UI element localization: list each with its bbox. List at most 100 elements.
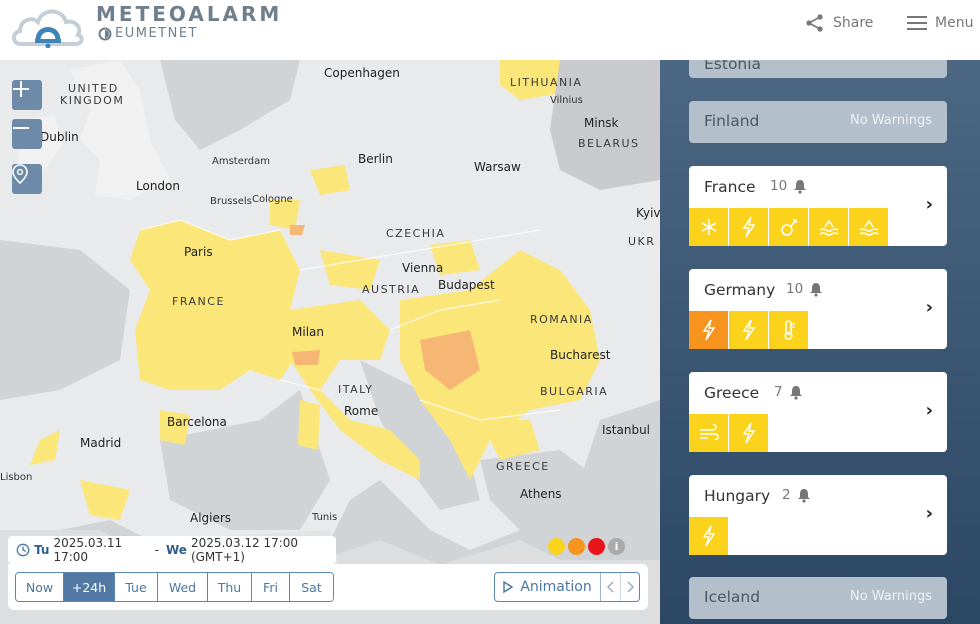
label-bucharest: Bucharest [550, 348, 611, 362]
label-london: London [136, 179, 180, 193]
country-list-panel[interactable]: Estonia Finland No Warnings France 10 › [660, 60, 980, 624]
country-card-hungary[interactable]: Hungary 2 › [689, 475, 947, 555]
label-brussels: Brussels [210, 196, 252, 207]
time-range-display: Tu 2025.03.11 17:00 - We 2025.03.12 17:0… [8, 536, 336, 564]
warning-count-value: 10 [786, 281, 804, 297]
high-temperature-icon [769, 311, 809, 349]
warning-count-value: 10 [770, 178, 788, 194]
menu-button[interactable]: Menu [907, 12, 973, 34]
label-cologne: Cologne [252, 194, 293, 205]
label-bulgaria: BULGARIA [540, 385, 609, 398]
share-icon [806, 14, 823, 32]
bell-icon [789, 385, 802, 400]
chevron-right-icon: › [925, 503, 933, 524]
country-name: Estonia [704, 60, 762, 73]
zoom-in-button[interactable] [12, 80, 42, 110]
label-belarus: BELARUS [578, 137, 640, 150]
day-tue-button[interactable]: Tue [115, 573, 158, 601]
menu-label: Menu [935, 15, 974, 31]
country-card-germany[interactable]: Germany 10 › [689, 269, 947, 349]
country-name: Greece [704, 384, 760, 402]
label-algiers: Algiers [190, 511, 232, 525]
day-thu-button[interactable]: Thu [208, 573, 252, 601]
day-plus24h-button[interactable]: +24h [64, 573, 115, 601]
zoom-out-button[interactable] [12, 119, 42, 149]
legend-yellow-dot [548, 538, 565, 555]
warning-count-value: 2 [782, 487, 791, 503]
country-card-france[interactable]: France 10 › [689, 166, 947, 246]
animation-prev-button[interactable] [601, 573, 620, 601]
label-minsk: Minsk [584, 116, 619, 130]
from-time: 2025.03.11 17:00 [53, 536, 123, 564]
thunderstorm-icon [729, 414, 769, 452]
thunderstorm-icon [689, 517, 729, 555]
locate-me-button[interactable] [12, 164, 42, 194]
label-dublin: Dublin [40, 130, 79, 144]
share-label: Share [833, 15, 874, 31]
day-wed-button[interactable]: Wed [158, 573, 208, 601]
avalanche-icon [769, 208, 809, 246]
country-name: Finland [704, 112, 760, 130]
legend-info-icon[interactable]: i [608, 538, 625, 555]
time-separator: - [154, 543, 159, 557]
legend-orange-dot [568, 538, 585, 555]
share-button[interactable]: Share [805, 12, 873, 34]
thunderstorm-icon [689, 311, 729, 349]
animation-button[interactable]: Animation [495, 573, 601, 601]
label-czechia: CZECHIA [386, 227, 446, 240]
label-lithuania: LITHUANIA [510, 76, 583, 89]
label-istanbul: Istanbul [602, 423, 651, 437]
country-name: Germany [704, 281, 776, 299]
wind-icon [689, 414, 729, 452]
country-card-finland[interactable]: Finland No Warnings [689, 101, 947, 143]
header: METEOALARM EUMETNET Share Menu [0, 0, 980, 60]
country-card-greece[interactable]: Greece 7 › [689, 372, 947, 452]
label-kyiv: Kyiv [636, 206, 660, 220]
play-icon [503, 581, 514, 593]
label-lisbon: Lisbon [0, 472, 33, 483]
meteoalarm-logo-icon[interactable] [10, 4, 86, 48]
label-madrid: Madrid [80, 436, 122, 450]
map-pin-icon [12, 164, 28, 184]
chevron-right-icon: › [925, 194, 933, 215]
warning-count-value: 7 [774, 384, 783, 400]
eumetnet-icon [98, 27, 112, 40]
label-italy: ITALY [338, 383, 374, 396]
country-card-estonia[interactable]: Estonia [689, 60, 947, 78]
animation-next-button[interactable] [620, 573, 639, 601]
warning-count: 10 [786, 281, 823, 297]
flooding-icon [849, 208, 889, 246]
label-france: FRANCE [172, 295, 225, 308]
label-vienna: Vienna [402, 261, 444, 275]
label-united-kingdom-2: KINGDOM [60, 94, 125, 107]
flooding-icon [809, 208, 849, 246]
thunderstorm-icon [729, 208, 769, 246]
label-ukraine: UKR [628, 235, 656, 248]
label-paris: Paris [184, 245, 213, 259]
day-selector: Now +24h Tue Wed Thu Fri Sat [15, 572, 334, 602]
label-amsterdam: Amsterdam [212, 156, 271, 167]
warning-icons [689, 311, 809, 349]
no-warnings-label: No Warnings [849, 589, 932, 604]
warning-count: 7 [774, 384, 803, 400]
day-fri-button[interactable]: Fri [252, 573, 290, 601]
warning-count: 2 [782, 487, 811, 503]
chevron-right-icon: › [925, 400, 933, 421]
chevron-right-icon [627, 581, 634, 593]
label-austria: AUSTRIA [362, 283, 421, 296]
brand-sub-label: EUMETNET [115, 26, 198, 41]
label-berlin: Berlin [358, 152, 393, 166]
day-now-button[interactable]: Now [16, 573, 64, 601]
day-sat-button[interactable]: Sat [290, 573, 333, 601]
country-name: Hungary [704, 487, 771, 505]
brand-subtitle: EUMETNET [98, 26, 198, 41]
plus-icon [13, 81, 29, 97]
from-day: Tu [34, 543, 50, 557]
label-barcelona: Barcelona [167, 415, 227, 429]
country-name: France [704, 178, 756, 196]
bell-icon [797, 488, 810, 503]
label-milan: Milan [292, 325, 324, 339]
country-card-iceland[interactable]: Iceland No Warnings [689, 577, 947, 619]
bell-icon [794, 179, 807, 194]
label-copenhagen: Copenhagen [324, 66, 400, 80]
